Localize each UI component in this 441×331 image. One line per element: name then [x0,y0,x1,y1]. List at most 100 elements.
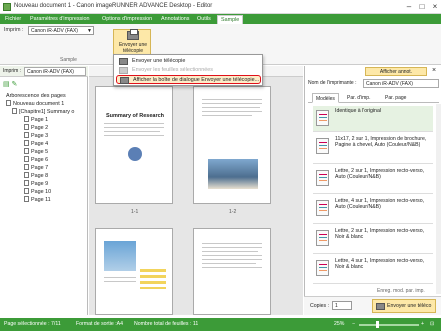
zoom-in-icon[interactable]: + [421,321,424,327]
tree-page-8[interactable]: Page 8 [24,172,48,179]
logo-icon [128,147,142,161]
send-bar: Copies : 1 Envoyer une téléco [304,296,441,315]
show-annotations-button[interactable]: Afficher annot. [365,67,427,76]
template-card[interactable]: Identique à l'original [313,106,433,132]
menu-item-label: Envoyer les feuilles sélectionnées [132,67,213,73]
tree-page-1[interactable]: Page 1 [24,116,48,123]
tree-document[interactable]: Nouveau document 1 [6,100,64,107]
tree-page-label: Page 10 [31,189,52,195]
zoom-out-icon[interactable]: − [352,321,355,327]
printer-name-label: Nom de l'imprimante : [308,80,357,86]
fax-icon [119,67,128,74]
tab-sample[interactable]: Sample [217,15,244,24]
tree-page-4[interactable]: Page 4 [24,140,48,147]
menu-item-show-fax-dialog[interactable]: Afficher la boîte de dialogue Envoyer un… [116,75,261,84]
minimize-icon[interactable]: – [403,1,415,12]
template-text: Lettre, 4 sur 1, Impression recto-verso,… [335,258,425,271]
send-fax-label: Envoyer une télécopie [118,42,148,54]
zoom-slider-handle[interactable] [376,321,379,328]
printer-name-select[interactable]: Canon iR-ADV (FAX) [363,79,439,88]
tree-page-3[interactable]: Page 3 [24,132,48,139]
tab-modeles[interactable]: Modèles [312,93,339,103]
page-label-2: 1-2 [229,209,237,215]
tab-fichier[interactable]: Fichier [2,15,24,24]
tab-annotations[interactable]: Annotations [158,15,192,24]
tree-page-7[interactable]: Page 7 [24,164,48,171]
page-icon [24,140,29,146]
send-fax-menu: Envoyer une télécopie Envoyer les feuill… [113,54,263,86]
close-icon[interactable]: × [429,1,441,12]
tree-page-label: Page 5 [31,149,49,155]
tree-page-2[interactable]: Page 2 [24,124,48,131]
template-card[interactable]: Lettre, 4 sur 1, Impression recto-verso,… [313,256,433,284]
tree-page-11[interactable]: Page 11 [24,196,51,203]
zoom-slider[interactable] [359,324,419,326]
fax-icon [127,29,139,40]
page-icon [24,132,29,138]
page-thumbnail-2[interactable] [193,86,271,204]
template-card[interactable]: Lettre, 2 sur 1, Impression recto-verso,… [313,226,433,254]
tree-chapter[interactable]: [Chapitre1] Summary o [12,108,74,115]
template-thumbnail [316,200,329,216]
copies-stepper[interactable]: 1 [332,301,352,310]
left-printer-select[interactable]: Canon iR-ADV (FAX) [24,67,86,76]
menu-item-send-fax[interactable]: Envoyer une télécopie [116,57,261,66]
fax-icon [119,58,128,65]
zoom-level: 25% [334,321,345,327]
menu-bar: Fichier Paramètres d'impression Options … [0,14,441,24]
settings-tabs: Modèles Par. d'imp. Par. page [308,93,439,103]
page-thumbnail-4[interactable] [193,228,271,315]
page-icon [24,124,29,130]
menu-item-label: Afficher la boîte de dialogue Envoyer un… [133,77,260,83]
page-icon [24,116,29,122]
page-preview-area[interactable]: Summary of Research 1-1 1-2 [89,66,303,315]
tab-par-page[interactable]: Par. page [382,93,409,103]
menu-item-label: Envoyer une télécopie [132,58,186,64]
tree-page-label: Page 4 [31,141,49,147]
page-icon [24,188,29,194]
left-toolbar: Imprim : Canon iR-ADV (FAX) [0,66,88,77]
tree-tool-icons[interactable]: ▤ ✎ [3,80,17,88]
window-title: Nouveau document 1 - Canon imageRUNNER A… [14,3,213,9]
table-graphic [140,269,166,289]
send-fax-button[interactable]: Envoyer une télécopie [113,29,151,56]
copies-label: Copies : [310,303,330,309]
page-thumbnail-1[interactable]: Summary of Research [95,86,173,204]
tree-page-label: Page 11 [31,197,51,203]
tab-par-imp[interactable]: Par. d'imp. [344,93,373,103]
template-thumbnail [316,170,329,186]
page-tree-heading: Arborescence des pages [6,93,66,99]
templates-scrollbar[interactable] [436,104,441,294]
ribbon-group-label: Sample [60,57,77,63]
tree-page-9[interactable]: Page 9 [24,180,48,187]
tree-page-label: Page 6 [31,157,49,163]
menu-item-send-selected[interactable]: Envoyer les feuilles sélectionnées [116,66,261,75]
template-card[interactable]: 11x17, 2 sur 1, Impression de brochure, … [313,134,433,164]
template-card[interactable]: Lettre, 4 sur 1, Impression recto-verso,… [313,196,433,224]
chapter-icon [12,108,17,114]
template-text: Lettre, 2 sur 1, Impression recto-verso,… [335,168,425,181]
tree-page-10[interactable]: Page 10 [24,188,51,195]
template-thumbnail [316,110,329,126]
page-icon [24,156,29,162]
ribbon-printer-select[interactable]: Canon iR-ADV (FAX) ▼ [28,26,94,35]
tree-page-6[interactable]: Page 6 [24,156,48,163]
save-template-link[interactable]: Enreg. mod. par. imp. [377,288,425,294]
page-thumbnail-3[interactable] [95,228,173,315]
close-icon[interactable]: × [432,67,436,74]
maximize-icon[interactable]: □ [416,1,428,12]
status-bar: Page sélectionnée : 7/11 Format de sorti… [0,318,441,331]
settings-panel: Afficher annot. × Nom de l'imprimante : … [304,66,441,315]
tab-options-impression[interactable]: Options d'impression [99,15,155,24]
tab-outils[interactable]: Outils [194,15,214,24]
page-icon [24,172,29,178]
fit-page-icon[interactable]: ⊡ [430,321,434,327]
send-fax-bottom-label: Envoyer une téléco [387,303,432,309]
ribbon-printer-value: Canon iR-ADV (FAX) [31,28,78,34]
template-text: Lettre, 2 sur 1, Impression recto-verso,… [335,228,425,241]
status-sheet-count: Nombre total de feuilles : 11 [134,321,199,327]
tab-parametres-impression[interactable]: Paramètres d'impression [27,15,92,24]
template-card[interactable]: Lettre, 2 sur 1, Impression recto-verso,… [313,166,433,194]
tree-page-5[interactable]: Page 5 [24,148,48,155]
send-fax-bottom-button[interactable]: Envoyer une téléco [372,299,436,313]
